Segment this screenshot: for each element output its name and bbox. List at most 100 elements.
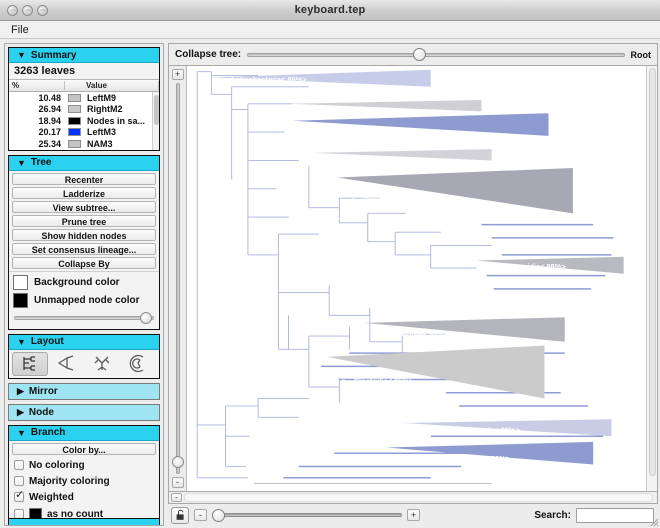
menu-file[interactable]: File <box>7 24 33 36</box>
checkbox-weighted[interactable] <box>14 490 24 502</box>
resize-grip[interactable] <box>647 515 659 527</box>
title-bar: keyboard.tep <box>0 0 660 21</box>
chevron-down-icon: ▼ <box>17 336 26 347</box>
window-title: keyboard.tep <box>294 4 366 16</box>
view-subtree-button[interactable]: View subtree... <box>12 200 156 213</box>
bottom-toolbar: - + Search: <box>168 504 658 526</box>
tree-vertical-scrollbar[interactable] <box>646 66 657 491</box>
slider-track <box>212 513 402 517</box>
search-label: Search: <box>534 509 571 521</box>
table-row[interactable]: 20.17 LeftM3 <box>9 127 159 139</box>
summary-table-rows: 10.48 LeftM9 26.94 RightM2 18.94 Nodes i… <box>9 92 159 150</box>
vertical-zoom-in-button[interactable]: + <box>171 69 184 80</box>
tree-svg: .bl { stroke:#a9b2dd; stroke-width:.9; f… <box>187 66 646 491</box>
main-panel: Collapse tree: Root + - c__Actinobacteri… <box>168 43 658 526</box>
chevron-down-icon: ▼ <box>17 427 26 438</box>
as-no-count-color-chip[interactable] <box>29 507 42 518</box>
slider-knob[interactable] <box>140 312 153 324</box>
checkbox-row-majority-coloring[interactable]: Majority coloring <box>14 476 155 487</box>
ladderize-button[interactable]: Ladderize <box>12 186 156 199</box>
horizontal-zoom-slider[interactable] <box>212 508 402 522</box>
clade-label: c__Clostridia< 95%> <box>341 378 413 386</box>
row-color-cell <box>65 116 83 125</box>
scrollbar-track[interactable] <box>184 493 653 502</box>
show-hidden-nodes-button[interactable]: Show hidden nodes <box>12 228 156 241</box>
collapse-tree-root-label: Root <box>630 49 652 60</box>
unmapped-node-color-chip[interactable] <box>13 292 28 308</box>
phylogenetic-tree-view[interactable]: .bl { stroke:#a9b2dd; stroke-width:.9; f… <box>187 66 646 491</box>
panel-branch: ▼ Branch Color by... No coloring Majorit… <box>8 424 160 518</box>
zoom-in-button[interactable]: + <box>407 509 420 521</box>
panel-header-layout[interactable]: ▼ Layout <box>9 334 159 350</box>
checkbox-row-as-no-count[interactable]: as no count <box>14 507 155 518</box>
table-row[interactable]: 10.48 LeftM9 <box>9 92 159 104</box>
panel-node: ▶ Node <box>8 403 160 421</box>
tree-slider-row <box>9 310 159 329</box>
column-header-percent[interactable]: % <box>9 81 65 90</box>
prune-tree-button[interactable]: Prune tree <box>12 214 156 227</box>
column-header-value[interactable]: Value <box>83 81 159 90</box>
checkbox-as-no-count[interactable] <box>14 509 24 518</box>
radial-layout-icon[interactable] <box>84 352 120 376</box>
checkbox-row-weighted[interactable]: Weighted <box>14 490 155 503</box>
row-percent: 26.94 <box>38 104 61 115</box>
background-color-row: Background color <box>13 274 155 290</box>
scrollbar-thumb[interactable] <box>649 68 656 476</box>
panel-tree: ▼ Tree Recenter Ladderize View subtree..… <box>8 154 160 330</box>
tree-slider[interactable] <box>14 312 154 325</box>
menu-bar: File <box>0 21 660 39</box>
color-swatch <box>67 139 81 148</box>
panel-summary: ▼ Summary 3263 leaves % Value 10.48 Left… <box>8 47 160 151</box>
vertical-zoom-out-button[interactable]: - <box>171 477 184 488</box>
checkbox-majority-coloring[interactable] <box>14 476 24 486</box>
background-color-chip[interactable] <box>13 274 28 290</box>
collapse-tree-label: Collapse tree: <box>175 49 242 60</box>
panel-header-mirror[interactable]: ▶ Mirror <box>9 383 159 399</box>
window-body: ▼ Summary 3263 leaves % Value 10.48 Left… <box>0 39 660 528</box>
slider-track <box>175 83 180 474</box>
unmapped-node-color-label: Unmapped node color <box>34 294 140 306</box>
collapse-tree-slider[interactable] <box>247 48 625 62</box>
panel-body-layout <box>9 349 159 378</box>
panel-header-node[interactable]: ▶ Node <box>9 404 159 420</box>
row-label: LeftM3 <box>87 127 116 138</box>
recenter-button[interactable]: Recenter <box>12 172 156 185</box>
table-row[interactable]: 26.94 RightM2 <box>9 104 159 116</box>
color-by-button[interactable]: Color by... <box>12 442 156 455</box>
scrollbar-thumb[interactable] <box>154 95 159 125</box>
label-majority-coloring: Majority coloring <box>29 475 110 487</box>
collapse-by-button[interactable]: Collapse By <box>12 256 156 269</box>
panel-header-branch[interactable]: ▼ Branch <box>9 425 159 441</box>
zoom-out-button[interactable]: - <box>194 509 207 521</box>
sidebar-scroll-content: ▼ Summary 3263 leaves % Value 10.48 Left… <box>5 44 163 518</box>
table-row[interactable]: 18.94 Nodes in sa... <box>9 115 159 127</box>
scroll-left-button[interactable]: - <box>171 493 182 502</box>
leaves-count: 3263 leaves <box>9 63 159 80</box>
panel-mirror: ▶ Mirror <box>8 382 160 400</box>
slider-knob[interactable] <box>171 456 184 468</box>
background-color-label: Background color <box>34 276 120 288</box>
row-percent: 20.17 <box>38 127 61 138</box>
set-consensus-lineage-button[interactable]: Set consensus lineage... <box>12 242 156 255</box>
lock-icon[interactable] <box>171 506 189 524</box>
chevron-down-icon: ▼ <box>17 157 26 168</box>
row-color-cell <box>65 139 83 148</box>
panel-title-branch: Branch <box>30 427 66 438</box>
app-window: keyboard.tep File ▼ Summary 3263 leaves <box>0 0 660 528</box>
panel-header-next-peek[interactable] <box>8 518 160 525</box>
panel-header-tree[interactable]: ▼ Tree <box>9 155 159 171</box>
checkbox-row-no-coloring[interactable]: No coloring <box>14 460 155 471</box>
rectangular-layout-icon[interactable] <box>12 351 48 376</box>
slider-knob[interactable] <box>413 48 427 61</box>
triangular-layout-icon[interactable] <box>48 352 84 376</box>
panel-header-summary[interactable]: ▼ Summary <box>9 48 159 63</box>
checkbox-no-coloring[interactable] <box>14 460 24 470</box>
slider-knob[interactable] <box>212 508 225 522</box>
search-input[interactable] <box>576 507 654 523</box>
circular-layout-icon[interactable] <box>120 352 156 376</box>
summary-table-scrollbar[interactable] <box>152 92 159 150</box>
vertical-zoom-slider[interactable] <box>171 83 184 474</box>
tree-horizontal-scrollbar[interactable]: - <box>168 492 658 504</box>
table-row[interactable]: 25.34 NAM3 <box>9 138 159 150</box>
row-percent: 10.48 <box>38 92 61 103</box>
